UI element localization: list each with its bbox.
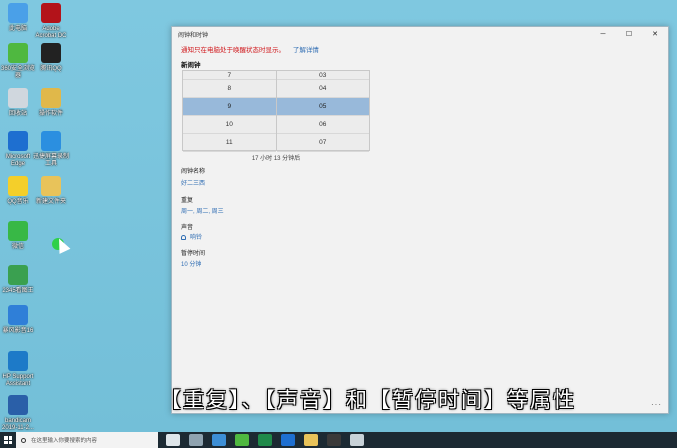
start-button[interactable] [0,432,16,448]
desktop-icon[interactable]: 操作软件 [32,88,70,118]
app-icon [41,43,61,63]
hour-option[interactable]: 9 [183,98,276,116]
time-picker[interactable]: 7 8 9 10 11 03 04 05 06 07 [182,70,370,152]
desktop-icon[interactable]: Adobe Acrobat DC [32,3,70,40]
desktop-icon-label: HP Support Assistant [2,374,34,387]
sound-dropdown[interactable]: 响铃 [181,232,202,241]
desktop-icon-label: 回收站 [8,111,27,117]
desktop-icon-label: 新建文件夹 [35,199,66,205]
taskbar-task-view-icon[interactable] [166,434,180,446]
taskbar-store-icon[interactable] [212,434,226,446]
close-button[interactable]: ✕ [642,27,668,41]
app-icon [41,176,61,196]
desktop-icon[interactable]: 微信 [0,221,37,251]
desktop-icon[interactable]: HP Support Assistant [0,351,37,388]
snooze-label: 暂停时间 [181,251,206,257]
desktop-icon-label: 操作软件 [38,111,63,117]
desktop-icon-label: 2345看图王 [2,288,34,294]
taskbar: 在这里输入你要搜索的内容 [0,432,677,448]
taskbar-file-explorer-icon[interactable] [304,434,318,446]
alarm-name-field[interactable]: 好二三西 [181,178,205,187]
repeat-label: 重复 [181,198,194,204]
minute-column[interactable]: 03 04 05 06 07 [276,71,369,152]
app-icon [41,131,61,151]
snooze-dropdown[interactable]: 10 分钟 [181,259,201,268]
minute-option[interactable]: 06 [276,116,369,134]
app-icon [8,131,28,151]
hour-column[interactable]: 7 8 9 10 11 [183,71,277,152]
hour-option[interactable]: 8 [183,80,276,98]
hour-option[interactable]: 10 [183,116,276,134]
taskbar-edge-icon[interactable] [281,434,295,446]
desktop-icon-label: bandicam 2019-11-2... [2,418,34,431]
video-subtitle: 【重复】、【声音】和【暂停时间】等属性 [160,388,576,412]
minute-option[interactable]: 07 [276,134,369,152]
desktop-icon[interactable]: 迅捷屏幕录制 工具 [32,131,70,168]
title-bar[interactable]: 闹钟和时钟 ─ ☐ ✕ [172,27,668,41]
notice-text: 通知只在电脑处于唤醒状态时显示。 [181,47,285,54]
desktop-icon-label: 迅捷屏幕录制 工具 [32,154,69,167]
minute-option[interactable]: 03 [276,71,369,80]
minimize-button[interactable]: ─ [590,27,616,41]
sound-label: 声音 [181,225,194,231]
minute-option[interactable]: 05 [276,98,369,116]
learn-more-link[interactable]: 了解详情 [293,47,319,54]
search-placeholder: 在这里输入你要搜索的内容 [31,438,98,444]
hour-option[interactable]: 7 [183,71,276,80]
app-icon [41,88,61,108]
app-icon [8,221,28,241]
desktop-icon-label: Microsoft Edge [5,154,31,167]
desktop-icon[interactable]: bandicam 2019-11-2... [0,395,37,432]
notification-notice: 通知只在电脑处于唤醒状态时显示。 了解详情 [181,44,319,54]
taskbar-alarms-icon[interactable] [350,434,364,446]
desktop-icon-label: 暴风影音16 [2,328,34,334]
hour-option[interactable]: 11 [183,134,276,152]
search-icon [21,437,26,443]
desktop-icon[interactable]: 新建文件夹 [32,176,70,206]
minute-option[interactable]: 04 [276,80,369,98]
desktop-icon-label: 微信 [11,244,24,250]
desktop-icon-label: Adobe Acrobat DC [35,26,67,39]
desktop-icon-label: QQ音乐 [7,199,29,205]
taskbar-qq-icon[interactable] [327,434,341,446]
desktop-icon[interactable]: 2345看图王 [0,265,37,295]
app-icon [8,88,28,108]
app-icon [41,3,61,23]
app-icon [8,265,28,285]
window-title: 闹钟和时钟 [178,32,209,39]
taskbar-search-box[interactable]: 在这里输入你要搜索的内容 [16,432,158,448]
app-icon [8,3,28,23]
maximize-button[interactable]: ☐ [616,27,642,41]
app-icon [8,43,28,63]
taskbar-excel-icon[interactable] [258,434,272,446]
bell-icon [181,235,186,240]
more-options-icon[interactable]: ··· [651,400,662,409]
taskbar-settings-icon[interactable] [189,434,203,446]
desktop-icon-label: 此电脑 [8,26,27,32]
app-icon [8,351,28,371]
new-alarm-title: 新闹钟 [181,62,201,69]
alarm-name-label: 闹钟名称 [181,169,206,175]
sound-value: 响铃 [190,235,203,241]
desktop-icon[interactable]: 暴风影音16 [0,305,37,335]
app-icon [8,305,28,325]
desktop-icon-label: 腾讯QQ [40,66,62,72]
desktop-icon[interactable]: 腾讯QQ [32,43,70,73]
mouse-cursor-icon [53,236,71,254]
alarms-window: 闹钟和时钟 ─ ☐ ✕ 通知只在电脑处于唤醒状态时显示。 了解详情 新闹钟 78… [171,26,669,414]
app-icon [8,395,28,415]
desktop-icon-label: 360安全浏览 器 [0,66,35,79]
app-icon [8,176,28,196]
time-remaining: 17 小时 13 分钟后 [251,156,301,162]
taskbar-360-browser-icon[interactable] [235,434,249,446]
repeat-dropdown[interactable]: 周一, 周二, 周三 [181,206,224,215]
windows-logo-icon [4,436,12,444]
